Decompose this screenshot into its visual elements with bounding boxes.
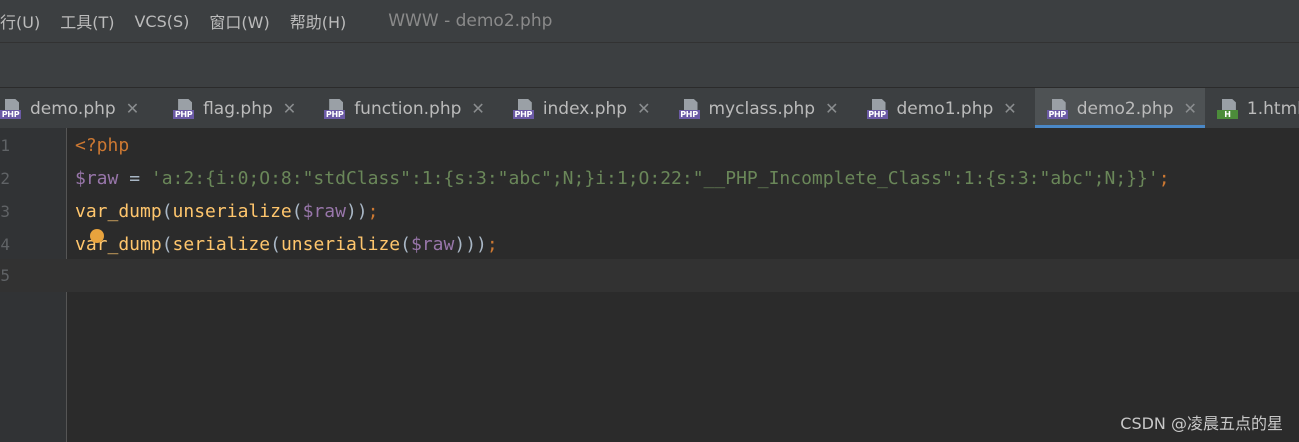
tab-label: index.php (542, 98, 628, 119)
intention-bulb-icon[interactable] (90, 229, 104, 243)
code-line-1[interactable]: 1 <?php (0, 129, 1299, 162)
code-text: $raw = 'a:2:{i:0;O:8:"stdClass":1:{s:3:"… (75, 168, 1170, 189)
code-line-4[interactable]: 4 var_dump(serialize(unserialize($raw)))… (0, 228, 1299, 261)
menu-help[interactable]: 帮助(H) (290, 9, 347, 33)
tab-index-php[interactable]: PHP index.php ✕ (512, 88, 659, 129)
tab-label: flag.php (203, 98, 273, 119)
tab-label: demo1.php (896, 98, 994, 119)
tab-label: myclass.php (708, 98, 816, 119)
code-text: var_dump(unserialize($raw)); (75, 201, 379, 222)
tab-flag-php[interactable]: PHP flag.php ✕ (173, 88, 304, 129)
line-number: 3 (0, 202, 10, 221)
menu-window[interactable]: 窗口(W) (209, 9, 269, 33)
close-icon[interactable]: ✕ (825, 99, 838, 118)
tab-demo2-php[interactable]: PHP demo2.php ✕ (1034, 88, 1206, 129)
watermark: CSDN @凌晨五点的星 (1120, 414, 1283, 433)
tab-myclass-php[interactable]: PHP myclass.php ✕ (678, 88, 847, 129)
tab-label: function.php (354, 98, 462, 119)
line-number: 5 (0, 266, 10, 285)
menu-vcs[interactable]: VCS(S) (134, 12, 189, 31)
menu-bar: 行(U) 工具(T) VCS(S) 窗口(W) 帮助(H) WWW - demo… (0, 0, 1299, 42)
code-text: var_dump(serialize(unserialize($raw))); (75, 234, 498, 255)
close-icon[interactable]: ✕ (126, 99, 139, 118)
code-line-5[interactable]: 5 (0, 259, 1299, 292)
php-file-icon: PHP (866, 98, 889, 120)
tab-demo-php[interactable]: PHP demo.php ✕ (0, 88, 147, 129)
close-icon[interactable]: ✕ (283, 99, 296, 118)
php-file-icon: PHP (173, 98, 195, 120)
tab-label: demo2.php (1076, 98, 1174, 119)
close-icon[interactable]: ✕ (1003, 99, 1016, 118)
close-icon[interactable]: ✕ (1184, 99, 1197, 118)
line-number: 4 (0, 235, 10, 254)
code-text: <?php (75, 135, 130, 156)
php-file-icon: PHP (512, 98, 535, 120)
tab-label: 1.html (1246, 98, 1299, 119)
variable-token: $raw (75, 168, 119, 189)
line-number: 1 (0, 136, 10, 155)
string-token: 'a:2:{i:0;O:8:"stdClass":1:{s:3:"abc";N;… (150, 168, 1159, 189)
html-file-icon: H (1216, 98, 1239, 120)
tab-demo1-php[interactable]: PHP demo1.php ✕ (866, 88, 1025, 129)
php-file-icon: PHP (1046, 98, 1069, 120)
code-line-2[interactable]: 2 $raw = 'a:2:{i:0;O:8:"stdClass":1:{s:3… (0, 162, 1299, 195)
close-icon[interactable]: ✕ (471, 99, 484, 118)
tab-function-php[interactable]: PHP function.php ✕ (324, 88, 493, 129)
code-editor[interactable]: 1 <?php 2 $raw = 'a:2:{i:0;O:8:"stdClass… (0, 128, 1299, 442)
tab-label: demo.php (30, 98, 116, 119)
menu-tools[interactable]: 工具(T) (60, 9, 114, 33)
tab-1-html[interactable]: H 1.html (1216, 88, 1299, 129)
php-file-icon: PHP (678, 98, 701, 120)
editor-tab-bar: PHP demo.php ✕ PHP flag.php ✕ PHP functi… (0, 87, 1299, 129)
code-line-3[interactable]: 3 var_dump(unserialize($raw)); (0, 195, 1299, 228)
close-icon[interactable]: ✕ (637, 99, 650, 118)
php-file-icon: PHP (324, 98, 346, 120)
php-file-icon: PHP (0, 98, 22, 120)
menu-run[interactable]: 行(U) (0, 9, 40, 33)
toolbar (0, 42, 1299, 88)
line-number: 2 (0, 169, 10, 188)
window-title: WWW - demo2.php (388, 11, 553, 31)
